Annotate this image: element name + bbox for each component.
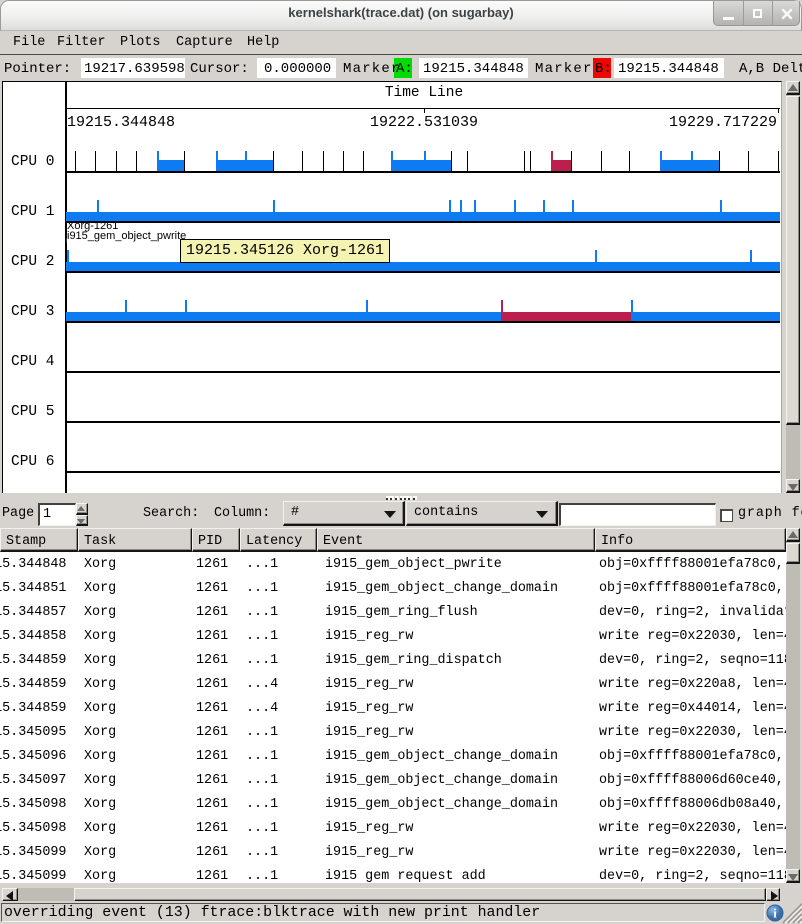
svg-text:i: i: [773, 906, 777, 921]
